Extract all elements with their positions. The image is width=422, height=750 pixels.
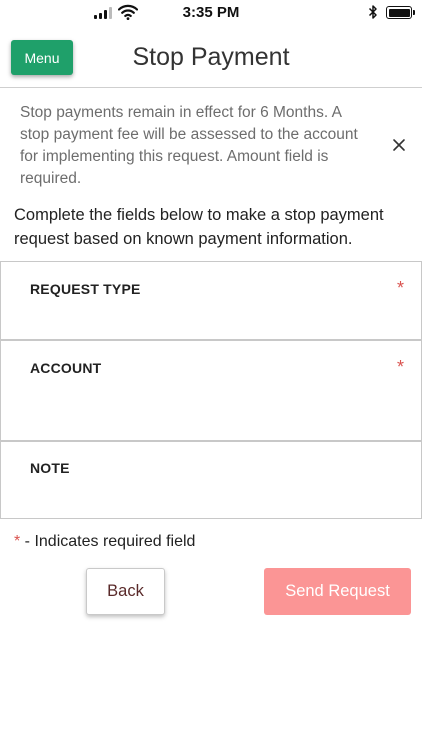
request-type-label: REQUEST TYPE [30,281,141,297]
required-indicator: * [397,357,405,377]
status-time: 3:35 PM [182,4,240,21]
required-field-legend: * - Indicates required field [14,533,195,551]
battery-icon [386,6,415,19]
note-field[interactable]: NOTE [0,441,422,519]
instructions-text: Complete the fields below to make a stop… [14,206,384,248]
request-type-field[interactable]: REQUEST TYPE * [0,261,422,340]
required-indicator: * [397,278,405,298]
status-bar: 3:35 PM [0,0,422,26]
note-label: NOTE [30,460,70,476]
info-notice-text: Stop payments remain in effect for 6 Mon… [20,104,358,187]
required-legend-text: - Indicates required field [20,533,196,550]
app-header: Menu Stop Payment [0,26,422,88]
bluetooth-icon [368,5,377,19]
page-title: Stop Payment [132,43,290,71]
send-request-button[interactable]: Send Request [264,568,411,615]
close-icon[interactable] [392,138,406,152]
back-button[interactable]: Back [86,568,165,615]
account-field[interactable]: ACCOUNT * [0,340,422,441]
account-label: ACCOUNT [30,360,102,376]
